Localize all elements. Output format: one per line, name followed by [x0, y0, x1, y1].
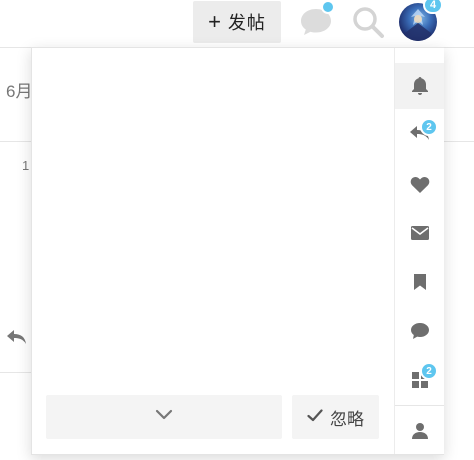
dismiss-all-button[interactable]: 忽略 [292, 395, 379, 439]
bookmark-icon [413, 273, 427, 291]
tab-bookmarks[interactable] [395, 259, 444, 305]
show-more-button[interactable] [46, 395, 282, 439]
row-divider-2 [0, 372, 31, 373]
plus-icon: + [208, 9, 222, 34]
replies-badge: 2 [420, 118, 438, 136]
heart-icon [410, 176, 430, 194]
notifications-list: 忽略 [32, 48, 394, 454]
notifications-panel: 忽略 2 2 [31, 47, 444, 455]
tab-review[interactable] [395, 357, 444, 403]
review-badge: 2 [420, 362, 438, 380]
search-icon[interactable] [350, 4, 386, 40]
notification-count-badge: 4 [423, 0, 443, 14]
bell-icon [411, 76, 429, 96]
tab-profile[interactable] [395, 408, 444, 454]
tab-likes[interactable] [395, 162, 444, 208]
tab-chat[interactable] [395, 308, 444, 354]
dismiss-all-label: 忽略 [330, 409, 364, 429]
tab-messages[interactable] [395, 210, 444, 256]
chat-icon [410, 322, 430, 340]
envelope-icon [410, 225, 430, 241]
tab-bar-divider [395, 405, 444, 406]
month-label: 6月 [6, 82, 33, 101]
panel-tab-bar: 2 2 [394, 48, 444, 454]
new-post-button[interactable]: + 发帖 [193, 1, 281, 43]
chevron-down-icon [155, 408, 173, 426]
tab-notifications[interactable] [395, 63, 444, 109]
check-icon [307, 407, 323, 427]
chat-unread-dot [321, 0, 335, 14]
row-number: 1 [22, 158, 30, 173]
tab-replies[interactable] [395, 110, 444, 156]
side-divider [444, 141, 474, 142]
reply-icon[interactable] [6, 328, 28, 351]
row-divider [0, 141, 31, 142]
new-post-label: 发帖 [227, 13, 266, 33]
user-icon [411, 422, 429, 440]
